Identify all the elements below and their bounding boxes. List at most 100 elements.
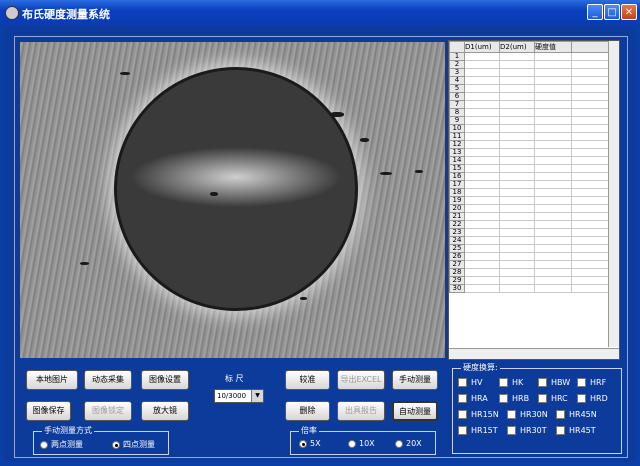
check-hrc[interactable]: HRC: [538, 394, 568, 403]
table-cell[interactable]: [534, 60, 572, 69]
table-cell[interactable]: [499, 124, 535, 133]
table-row[interactable]: 30: [449, 284, 613, 293]
table-cell[interactable]: [499, 172, 535, 181]
table-cell[interactable]: [464, 204, 500, 213]
manual-measure-button[interactable]: 手动测量: [392, 370, 438, 390]
table-cell[interactable]: [499, 156, 535, 165]
table-cell[interactable]: [464, 284, 500, 293]
table-cell[interactable]: [571, 100, 613, 109]
table-cell[interactable]: [571, 284, 613, 293]
table-cell[interactable]: [464, 276, 500, 285]
table-cell[interactable]: [571, 108, 613, 117]
table-cell[interactable]: [464, 164, 500, 173]
table-cell[interactable]: [571, 196, 613, 205]
check-hr45t[interactable]: HR45T: [556, 426, 596, 435]
table-cell[interactable]: [534, 220, 572, 229]
table-cell[interactable]: [571, 116, 613, 125]
table-row[interactable]: 1: [449, 52, 613, 61]
table-cell[interactable]: [499, 268, 535, 277]
export-excel-button[interactable]: 导出EXCEL: [337, 370, 385, 390]
table-cell[interactable]: [464, 180, 500, 189]
local-image-button[interactable]: 本地图片: [26, 370, 78, 390]
table-cell[interactable]: [499, 196, 535, 205]
image-settings-button[interactable]: 图像设置: [141, 370, 189, 390]
table-cell[interactable]: [534, 252, 572, 261]
table-cell[interactable]: [464, 116, 500, 125]
table-cell[interactable]: [464, 212, 500, 221]
table-cell[interactable]: [571, 164, 613, 173]
table-cell[interactable]: [499, 92, 535, 101]
table-cell[interactable]: [534, 116, 572, 125]
table-row[interactable]: 29: [449, 276, 613, 285]
table-cell[interactable]: [499, 116, 535, 125]
two-point-radio[interactable]: 两点测量: [40, 439, 83, 450]
table-cell[interactable]: [499, 252, 535, 261]
table-cell[interactable]: [464, 68, 500, 77]
grid-horizontal-scrollbar[interactable]: [449, 348, 619, 359]
table-cell[interactable]: [571, 228, 613, 237]
table-cell[interactable]: [534, 212, 572, 221]
table-cell[interactable]: [464, 52, 500, 61]
table-cell[interactable]: [534, 68, 572, 77]
table-cell[interactable]: [534, 268, 572, 277]
table-cell[interactable]: [464, 188, 500, 197]
mag-20x-radio[interactable]: 20X: [395, 439, 422, 448]
check-hr30t[interactable]: HR30T: [507, 426, 547, 435]
table-cell[interactable]: [499, 236, 535, 245]
table-cell[interactable]: [499, 212, 535, 221]
table-row[interactable]: 14: [449, 156, 613, 165]
table-cell[interactable]: [534, 76, 572, 85]
table-cell[interactable]: [534, 140, 572, 149]
check-hr30n[interactable]: HR30N: [507, 410, 548, 419]
table-cell[interactable]: [534, 260, 572, 269]
check-hrb[interactable]: HRB: [499, 394, 529, 403]
table-cell[interactable]: [571, 76, 613, 85]
table-cell[interactable]: [464, 236, 500, 245]
table-cell[interactable]: [499, 204, 535, 213]
table-cell[interactable]: [499, 260, 535, 269]
maximize-button[interactable]: □: [604, 4, 620, 20]
check-hbw[interactable]: HBW: [538, 378, 570, 387]
table-row[interactable]: 13: [449, 148, 613, 157]
table-row[interactable]: 21: [449, 212, 613, 221]
table-cell[interactable]: [571, 276, 613, 285]
check-hr15t[interactable]: HR15T: [458, 426, 498, 435]
check-hr45n[interactable]: HR45N: [556, 410, 597, 419]
table-cell[interactable]: [499, 188, 535, 197]
table-cell[interactable]: [499, 76, 535, 85]
table-cell[interactable]: [534, 236, 572, 245]
table-row[interactable]: 19: [449, 196, 613, 205]
table-cell[interactable]: [571, 260, 613, 269]
table-row[interactable]: 17: [449, 180, 613, 189]
table-cell[interactable]: [499, 220, 535, 229]
table-cell[interactable]: [571, 140, 613, 149]
lock-image-button[interactable]: 图像锁定: [84, 401, 132, 421]
check-hra[interactable]: HRA: [458, 394, 488, 403]
table-cell[interactable]: [499, 100, 535, 109]
table-cell[interactable]: [571, 268, 613, 277]
table-cell[interactable]: [534, 52, 572, 61]
table-cell[interactable]: [534, 244, 572, 253]
table-cell[interactable]: [499, 284, 535, 293]
table-row[interactable]: 4: [449, 76, 613, 85]
table-row[interactable]: 22: [449, 220, 613, 229]
table-cell[interactable]: [571, 252, 613, 261]
table-cell[interactable]: [534, 180, 572, 189]
table-cell[interactable]: [571, 124, 613, 133]
table-cell[interactable]: [499, 68, 535, 77]
table-row[interactable]: 16: [449, 172, 613, 181]
table-cell[interactable]: [464, 244, 500, 253]
delete-button[interactable]: 删除: [285, 401, 330, 421]
table-cell[interactable]: [464, 132, 500, 141]
magnifier-button[interactable]: 放大镜: [141, 401, 189, 421]
table-cell[interactable]: [499, 140, 535, 149]
table-cell[interactable]: [571, 132, 613, 141]
table-cell[interactable]: [499, 52, 535, 61]
table-cell[interactable]: [534, 100, 572, 109]
check-hk[interactable]: HK: [499, 378, 523, 387]
table-cell[interactable]: [464, 100, 500, 109]
table-row[interactable]: 25: [449, 244, 613, 253]
chevron-down-icon[interactable]: ▼: [251, 390, 263, 402]
table-cell[interactable]: [534, 148, 572, 157]
table-cell[interactable]: [534, 188, 572, 197]
